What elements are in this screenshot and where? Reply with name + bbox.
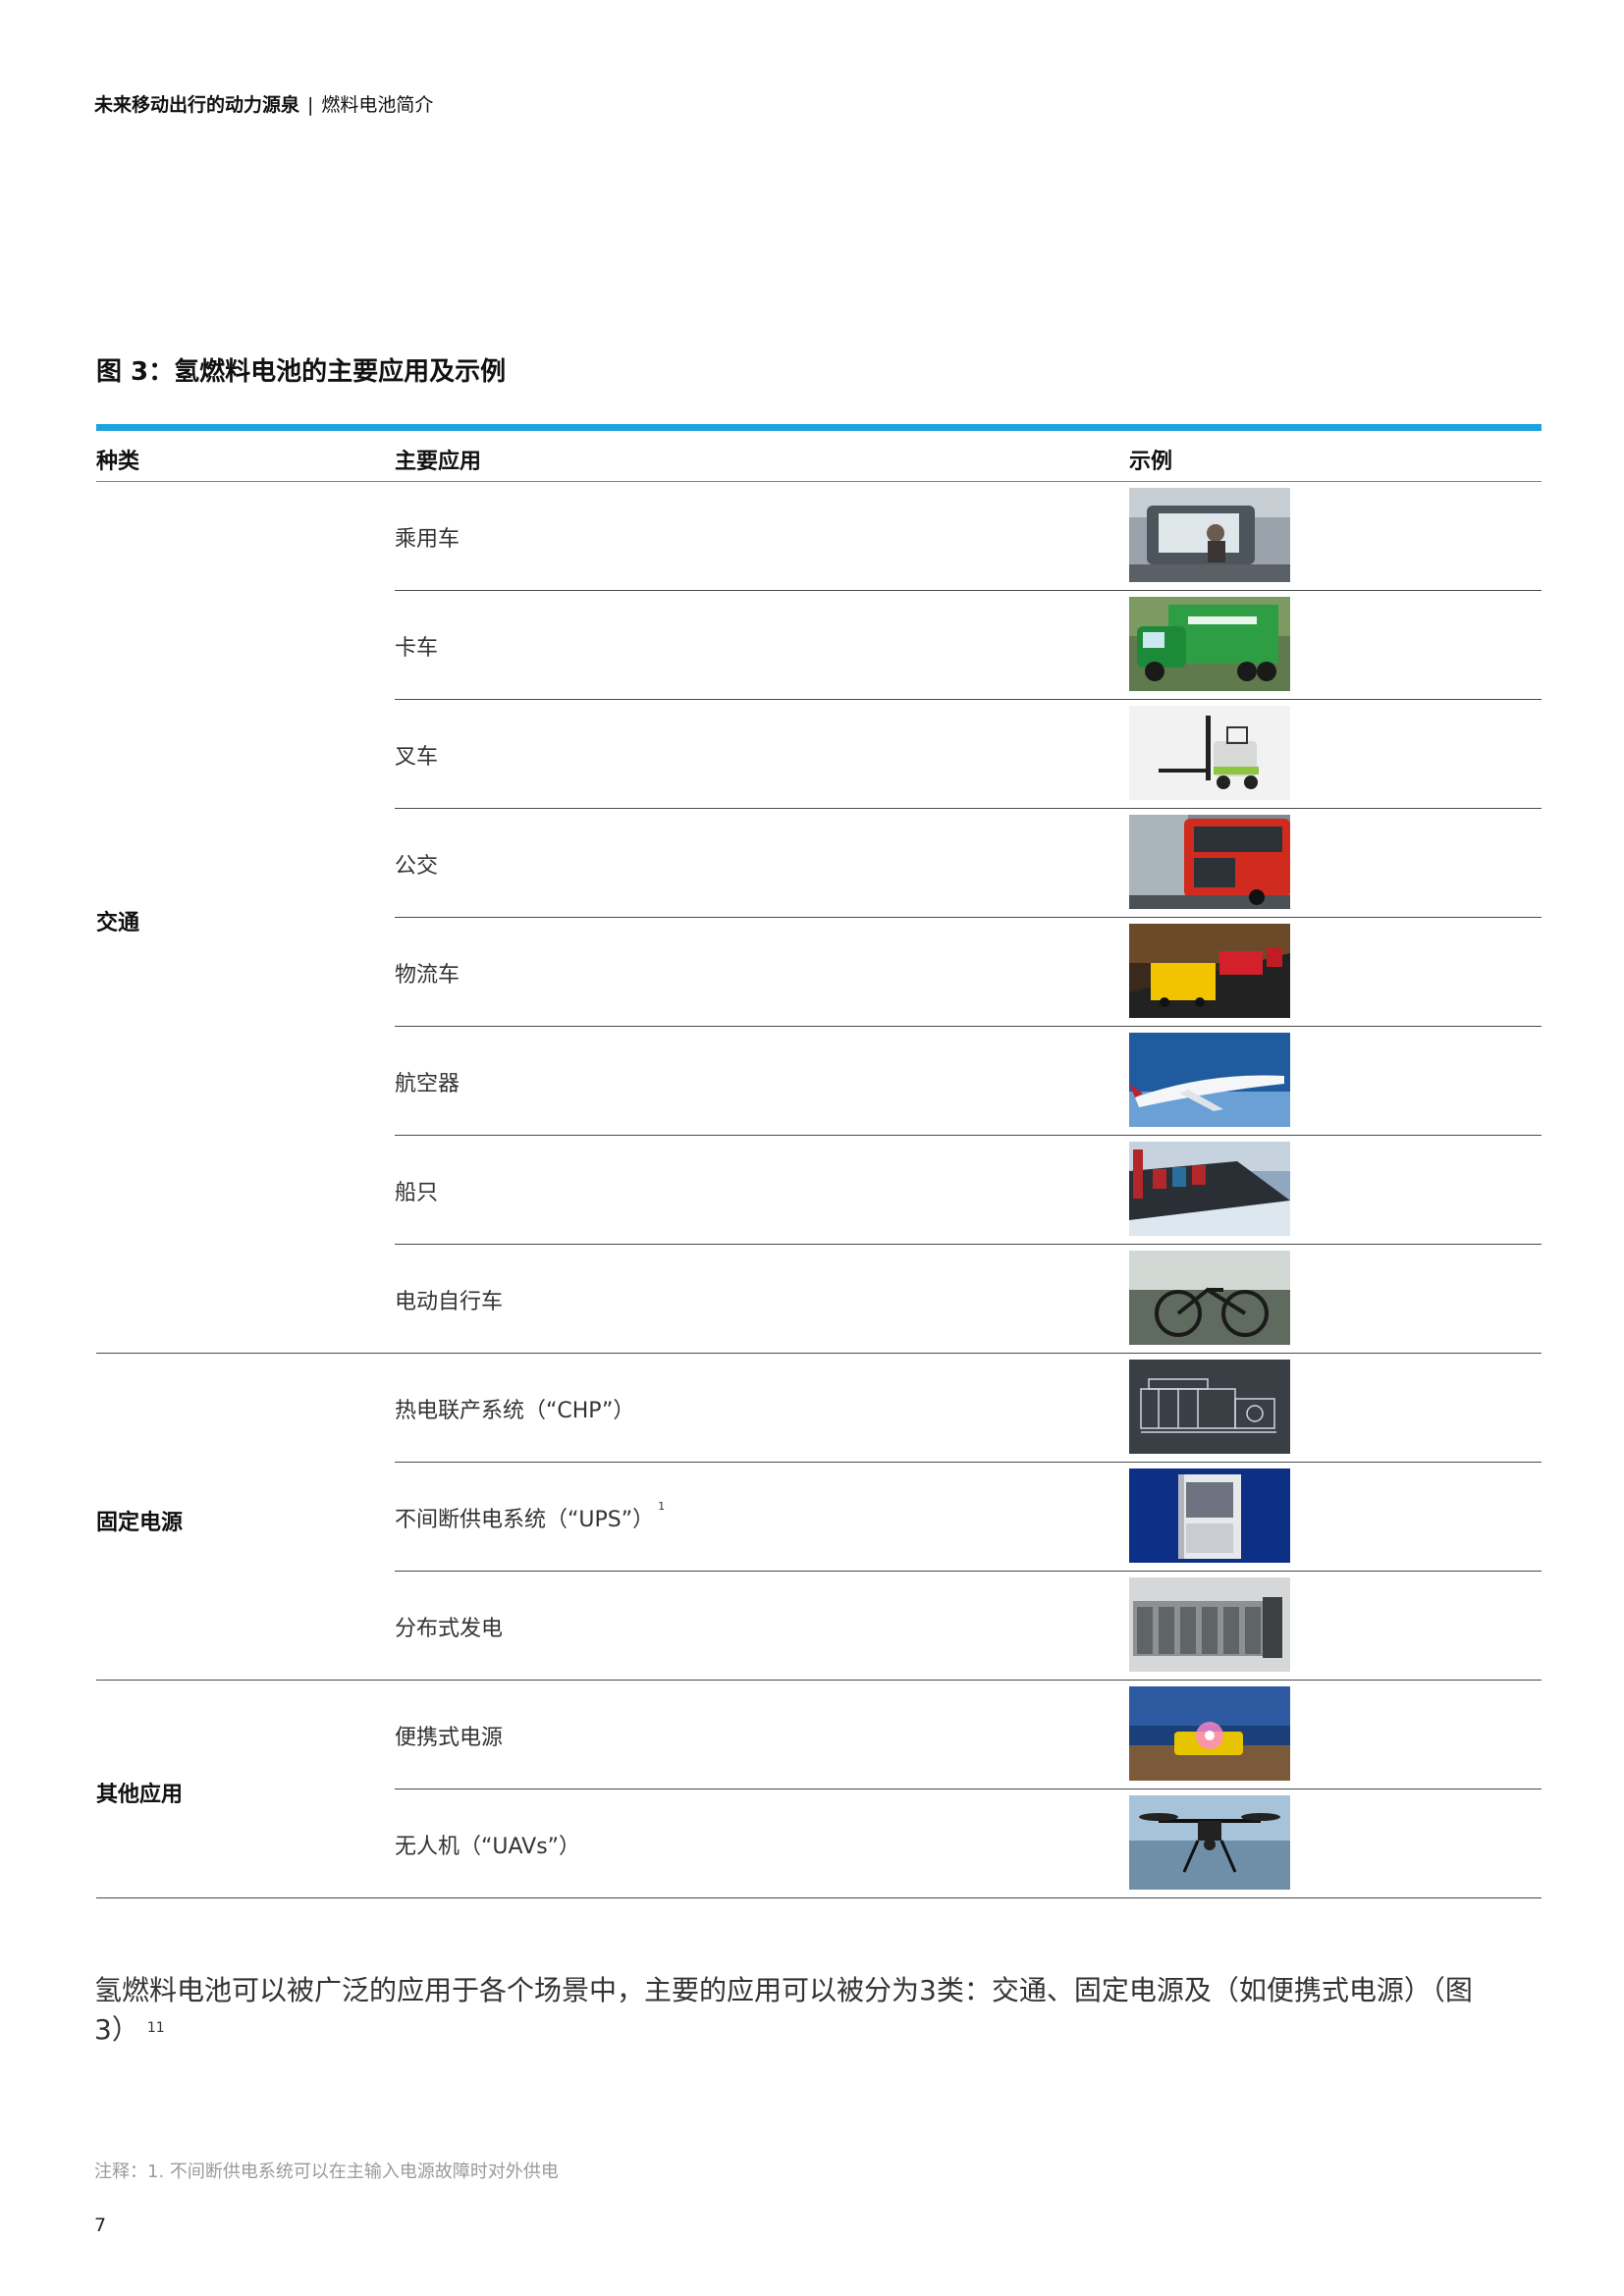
body-paragraph: 氢燃料电池可以被广泛的应用于各个场景中，主要的应用可以被分为3类：交通、固定电源… [94, 1971, 1489, 2050]
footnote: 注释：1. 不间断供电系统可以在主输入电源故障时对外供电 [94, 2162, 559, 2182]
forklift-image [1129, 706, 1290, 800]
application-label-text: 分布式发电 [395, 1617, 504, 1641]
table-row: 卡车 [395, 591, 1542, 700]
application-label-text: 热电联产系统（“CHP”） [395, 1399, 635, 1423]
application-label: 无人机（“UAVs”） [395, 1829, 580, 1860]
application-label: 船只 [395, 1175, 438, 1206]
chp-engine-image [1129, 1360, 1290, 1454]
application-label: 不间断供电系统（“UPS”）1 [395, 1500, 666, 1533]
header-separator: | [307, 94, 314, 116]
application-label: 便携式电源 [395, 1720, 503, 1751]
table-row: 公交 [395, 809, 1542, 918]
e-bike-image [1129, 1251, 1290, 1345]
bus-image [1129, 815, 1290, 909]
distributed-generation-image [1129, 1577, 1290, 1672]
page-number: 7 [94, 2215, 107, 2236]
page-header: 未来移动出行的动力源泉 | 燃料电池简介 [94, 90, 433, 117]
header-subtitle: 燃料电池简介 [321, 94, 434, 116]
header-title: 未来移动出行的动力源泉 [94, 94, 300, 116]
table-row: 热电联产系统（“CHP”） [395, 1354, 1542, 1463]
table-row: 无人机（“UAVs”） [395, 1789, 1542, 1898]
table-row: 分布式发电 [395, 1572, 1542, 1681]
body-text: 氢燃料电池可以被广泛的应用于各个场景中，主要的应用可以被分为3类：交通、固定电源… [94, 1974, 1473, 2046]
application-label-text: 不间断供电系统（“UPS”） [395, 1508, 655, 1532]
airplane-image [1129, 1033, 1290, 1127]
group-divider [96, 1897, 1542, 1898]
passenger-car-image [1129, 488, 1290, 582]
application-label-text: 叉车 [395, 745, 439, 770]
application-label: 航空器 [395, 1066, 460, 1097]
application-label-text: 无人机（“UAVs”） [395, 1835, 581, 1859]
column-header-type: 种类 [96, 450, 140, 474]
group-label: 固定电源 [96, 1510, 184, 1535]
application-label-text: 便携式电源 [395, 1726, 504, 1750]
table-row: 叉车 [395, 700, 1542, 809]
portable-power-image [1129, 1686, 1290, 1781]
application-label-text: 卡车 [395, 636, 439, 661]
application-label: 公交 [395, 848, 438, 880]
column-header-application: 主要应用 [395, 450, 482, 474]
table-row: 航空器 [395, 1027, 1542, 1136]
table-row: 物流车 [395, 918, 1542, 1027]
table-row: 船只 [395, 1136, 1542, 1245]
application-label: 卡车 [395, 630, 438, 662]
body-citation: 11 [146, 2020, 165, 2036]
drone-image [1129, 1795, 1290, 1890]
table-row: 便携式电源 [395, 1681, 1542, 1789]
ship-image [1129, 1142, 1290, 1236]
table-top-accent-bar [96, 424, 1542, 431]
figure-title: 图 3：氢燃料电池的主要应用及示例 [96, 357, 507, 387]
application-label: 热电联产系统（“CHP”） [395, 1393, 634, 1424]
application-label-text: 公交 [395, 854, 439, 879]
footnote-marker: 1 [658, 1500, 666, 1513]
application-label-text: 船只 [395, 1181, 439, 1205]
application-label-text: 航空器 [395, 1072, 460, 1096]
column-header-example: 示例 [1129, 450, 1173, 474]
table-row: 电动自行车 [395, 1245, 1542, 1354]
application-label-text: 物流车 [395, 963, 460, 988]
group-label: 其他应用 [96, 1783, 184, 1807]
logistics-truck-image [1129, 924, 1290, 1018]
table-row: 不间断供电系统（“UPS”）1 [395, 1463, 1542, 1572]
application-label: 物流车 [395, 957, 460, 988]
application-label-text: 电动自行车 [395, 1290, 504, 1314]
group-label: 交通 [96, 911, 140, 935]
ups-cabinet-image [1129, 1468, 1290, 1563]
application-label: 叉车 [395, 739, 438, 771]
application-label: 电动自行车 [395, 1284, 503, 1315]
table-row: 乘用车 [395, 482, 1542, 591]
application-label: 分布式发电 [395, 1611, 503, 1642]
application-label-text: 乘用车 [395, 527, 460, 552]
truck-image [1129, 597, 1290, 691]
application-label: 乘用车 [395, 521, 460, 553]
